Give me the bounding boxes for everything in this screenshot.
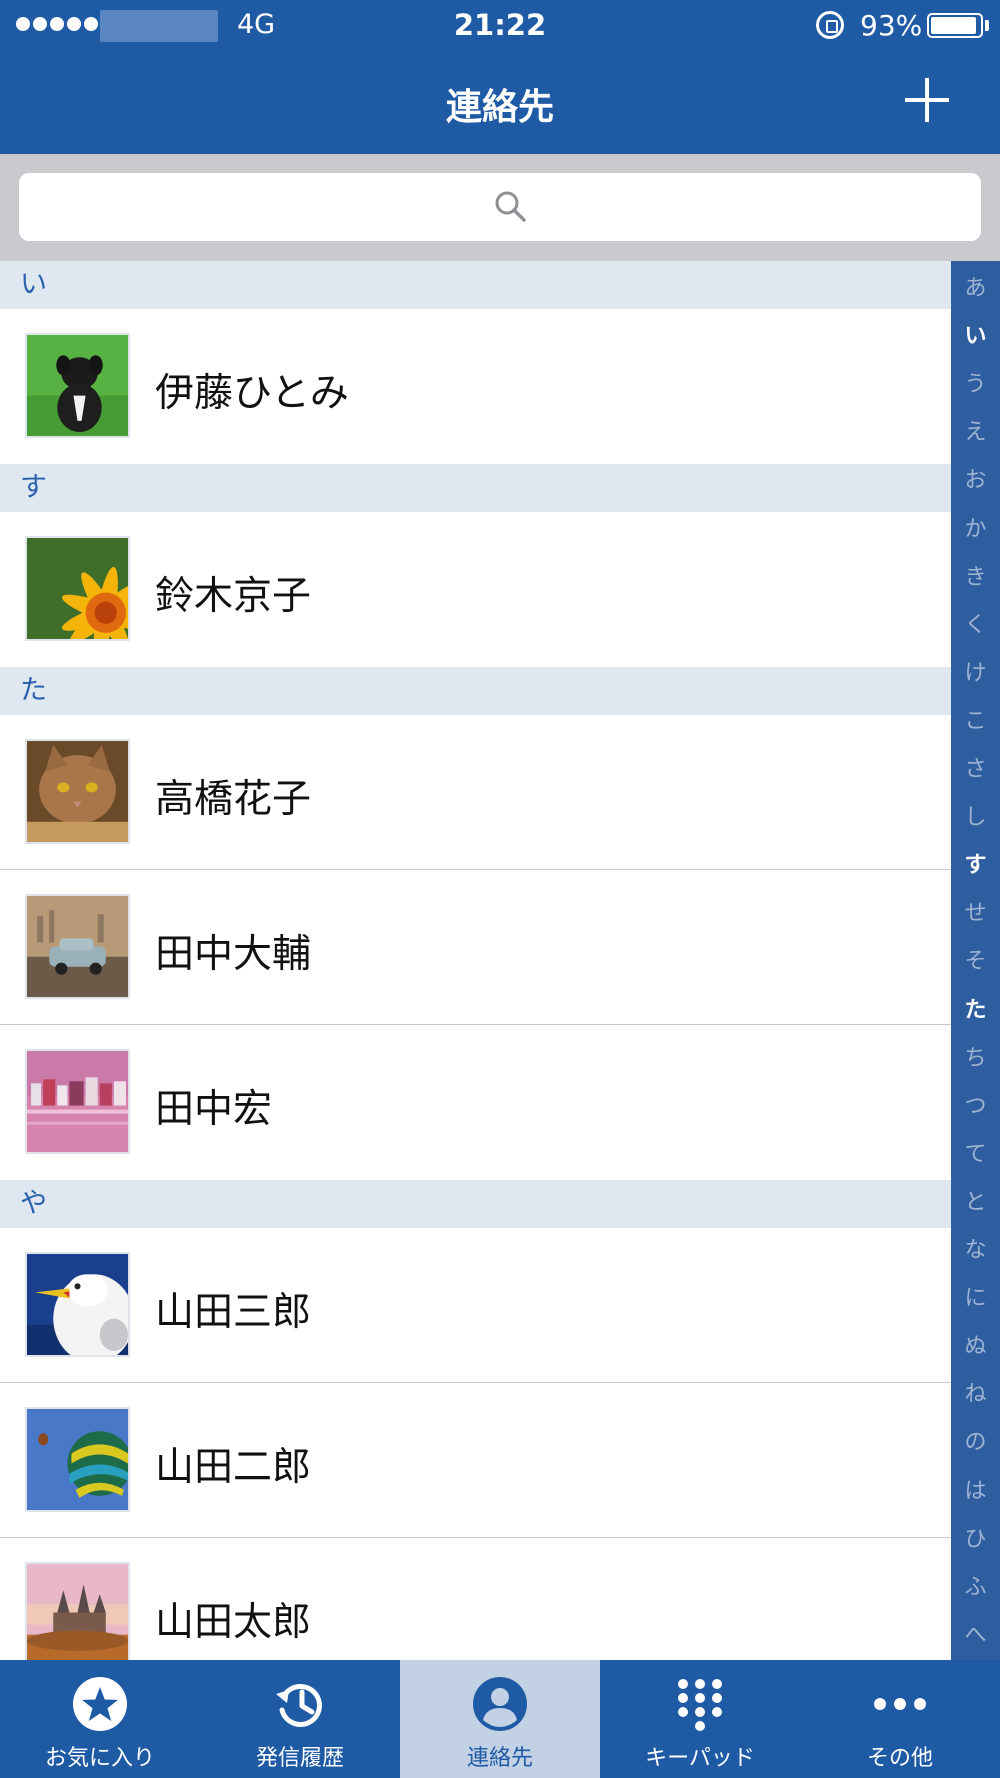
index-letter[interactable]: ぬ bbox=[951, 1323, 1000, 1371]
battery-icon bbox=[927, 13, 983, 38]
contact-avatar-harbor-photo bbox=[25, 1049, 130, 1154]
tab-history[interactable]: 発信履歴 bbox=[200, 1660, 400, 1778]
index-letter[interactable]: の bbox=[951, 1419, 1000, 1467]
tab-bar: お気に入り 発信履歴 連絡先 キーパッド その他 bbox=[0, 1660, 1000, 1778]
contact-name: 鈴木京子 bbox=[155, 574, 312, 619]
tab-label: その他 bbox=[866, 1746, 933, 1771]
contact-avatar-castle-photo bbox=[25, 1562, 130, 1660]
index-letter[interactable]: に bbox=[951, 1275, 1000, 1323]
contact-row[interactable]: 山田太郎 bbox=[0, 1538, 951, 1660]
tab-label: 連絡先 bbox=[466, 1746, 533, 1771]
contact-row[interactable]: 山田二郎 bbox=[0, 1383, 951, 1538]
index-letter[interactable]: い bbox=[951, 313, 1000, 361]
index-letter[interactable]: あ bbox=[951, 265, 1000, 313]
section-header-ya: や bbox=[0, 1180, 951, 1228]
contact-avatar-sunflower-photo bbox=[25, 536, 130, 641]
contact-name: 高橋花子 bbox=[155, 777, 312, 822]
section-index[interactable]: あいうえおかきくけこさしすせそたちつてとなにぬねのはひふへ bbox=[951, 261, 1000, 1660]
contact-row[interactable]: 田中宏 bbox=[0, 1025, 951, 1180]
index-letter[interactable]: ふ bbox=[951, 1564, 1000, 1612]
contact-name: 田中大輔 bbox=[155, 932, 312, 977]
contact-avatar-cat-photo bbox=[25, 739, 130, 844]
index-letter[interactable]: す bbox=[951, 842, 1000, 890]
keypad-icon bbox=[672, 1676, 728, 1732]
contact-name: 田中宏 bbox=[155, 1087, 273, 1132]
index-letter[interactable]: さ bbox=[951, 746, 1000, 794]
tab-keypad[interactable]: キーパッド bbox=[600, 1660, 800, 1778]
search-icon bbox=[495, 191, 526, 222]
index-letter[interactable]: う bbox=[951, 361, 1000, 409]
tab-contacts[interactable]: 連絡先 bbox=[400, 1660, 600, 1778]
contact-name: 山田二郎 bbox=[155, 1445, 312, 1490]
more-icon bbox=[872, 1676, 928, 1732]
index-letter[interactable]: た bbox=[951, 987, 1000, 1035]
status-time: 21:22 bbox=[453, 8, 547, 42]
search-input[interactable] bbox=[19, 173, 981, 241]
index-letter[interactable]: て bbox=[951, 1131, 1000, 1179]
navigation-bar: 連絡先 bbox=[0, 50, 1000, 154]
contact-row[interactable]: 鈴木京子 bbox=[0, 512, 951, 667]
page-title: 連絡先 bbox=[445, 87, 554, 128]
index-letter[interactable]: き bbox=[951, 554, 1000, 602]
contact-avatar-car-photo bbox=[25, 894, 130, 999]
index-letter[interactable]: せ bbox=[951, 890, 1000, 938]
index-letter[interactable]: ね bbox=[951, 1371, 1000, 1419]
index-letter[interactable]: ち bbox=[951, 1035, 1000, 1083]
index-letter[interactable]: と bbox=[951, 1179, 1000, 1227]
section-header-su: す bbox=[0, 464, 951, 512]
battery-percentage: 93% bbox=[860, 9, 923, 42]
index-letter[interactable]: な bbox=[951, 1227, 1000, 1275]
tab-label: 発信履歴 bbox=[255, 1746, 344, 1771]
status-bar: 4G 21:22 93% bbox=[0, 0, 1000, 50]
index-letter[interactable]: つ bbox=[951, 1083, 1000, 1131]
contact-list[interactable]: い 伊藤ひとみ す 鈴木京子 た 高橋花子 田中大輔 田中宏 や 山田三郎 山田… bbox=[0, 261, 951, 1660]
search-bar bbox=[0, 154, 1000, 261]
index-letter[interactable]: そ bbox=[951, 938, 1000, 986]
contact-row[interactable]: 高橋花子 bbox=[0, 715, 951, 870]
star-icon bbox=[72, 1676, 128, 1732]
contact-name: 山田太郎 bbox=[155, 1600, 312, 1645]
battery-level-fill bbox=[931, 17, 976, 34]
index-letter[interactable]: け bbox=[951, 650, 1000, 698]
section-header-i: い bbox=[0, 261, 951, 309]
contact-avatar-seagull-photo bbox=[25, 1252, 130, 1357]
index-letter[interactable]: え bbox=[951, 409, 1000, 457]
person-icon bbox=[472, 1676, 528, 1732]
contact-avatar-puppy-photo bbox=[25, 333, 130, 438]
orientation-lock-icon bbox=[816, 11, 844, 39]
contact-row[interactable]: 伊藤ひとみ bbox=[0, 309, 951, 464]
index-letter[interactable]: か bbox=[951, 506, 1000, 554]
history-icon bbox=[272, 1676, 328, 1732]
contact-name: 伊藤ひとみ bbox=[155, 371, 349, 416]
tab-favorites[interactable]: お気に入り bbox=[0, 1660, 200, 1778]
contact-avatar-balloon-photo bbox=[25, 1407, 130, 1512]
battery-tip bbox=[985, 20, 989, 31]
contact-row[interactable]: 山田三郎 bbox=[0, 1228, 951, 1383]
index-letter[interactable]: へ bbox=[951, 1612, 1000, 1660]
tab-label: お気に入り bbox=[44, 1746, 155, 1771]
tab-more[interactable]: その他 bbox=[800, 1660, 1000, 1778]
contact-row[interactable]: 田中大輔 bbox=[0, 870, 951, 1025]
contact-name: 山田三郎 bbox=[155, 1290, 312, 1335]
index-letter[interactable]: ひ bbox=[951, 1516, 1000, 1564]
index-letter[interactable]: は bbox=[951, 1468, 1000, 1516]
section-header-ta: た bbox=[0, 667, 951, 715]
index-letter[interactable]: こ bbox=[951, 698, 1000, 746]
index-letter[interactable]: お bbox=[951, 457, 1000, 505]
index-letter[interactable]: く bbox=[951, 602, 1000, 650]
add-contact-button[interactable] bbox=[905, 75, 955, 125]
tab-label: キーパッド bbox=[645, 1746, 755, 1771]
index-letter[interactable]: し bbox=[951, 794, 1000, 842]
